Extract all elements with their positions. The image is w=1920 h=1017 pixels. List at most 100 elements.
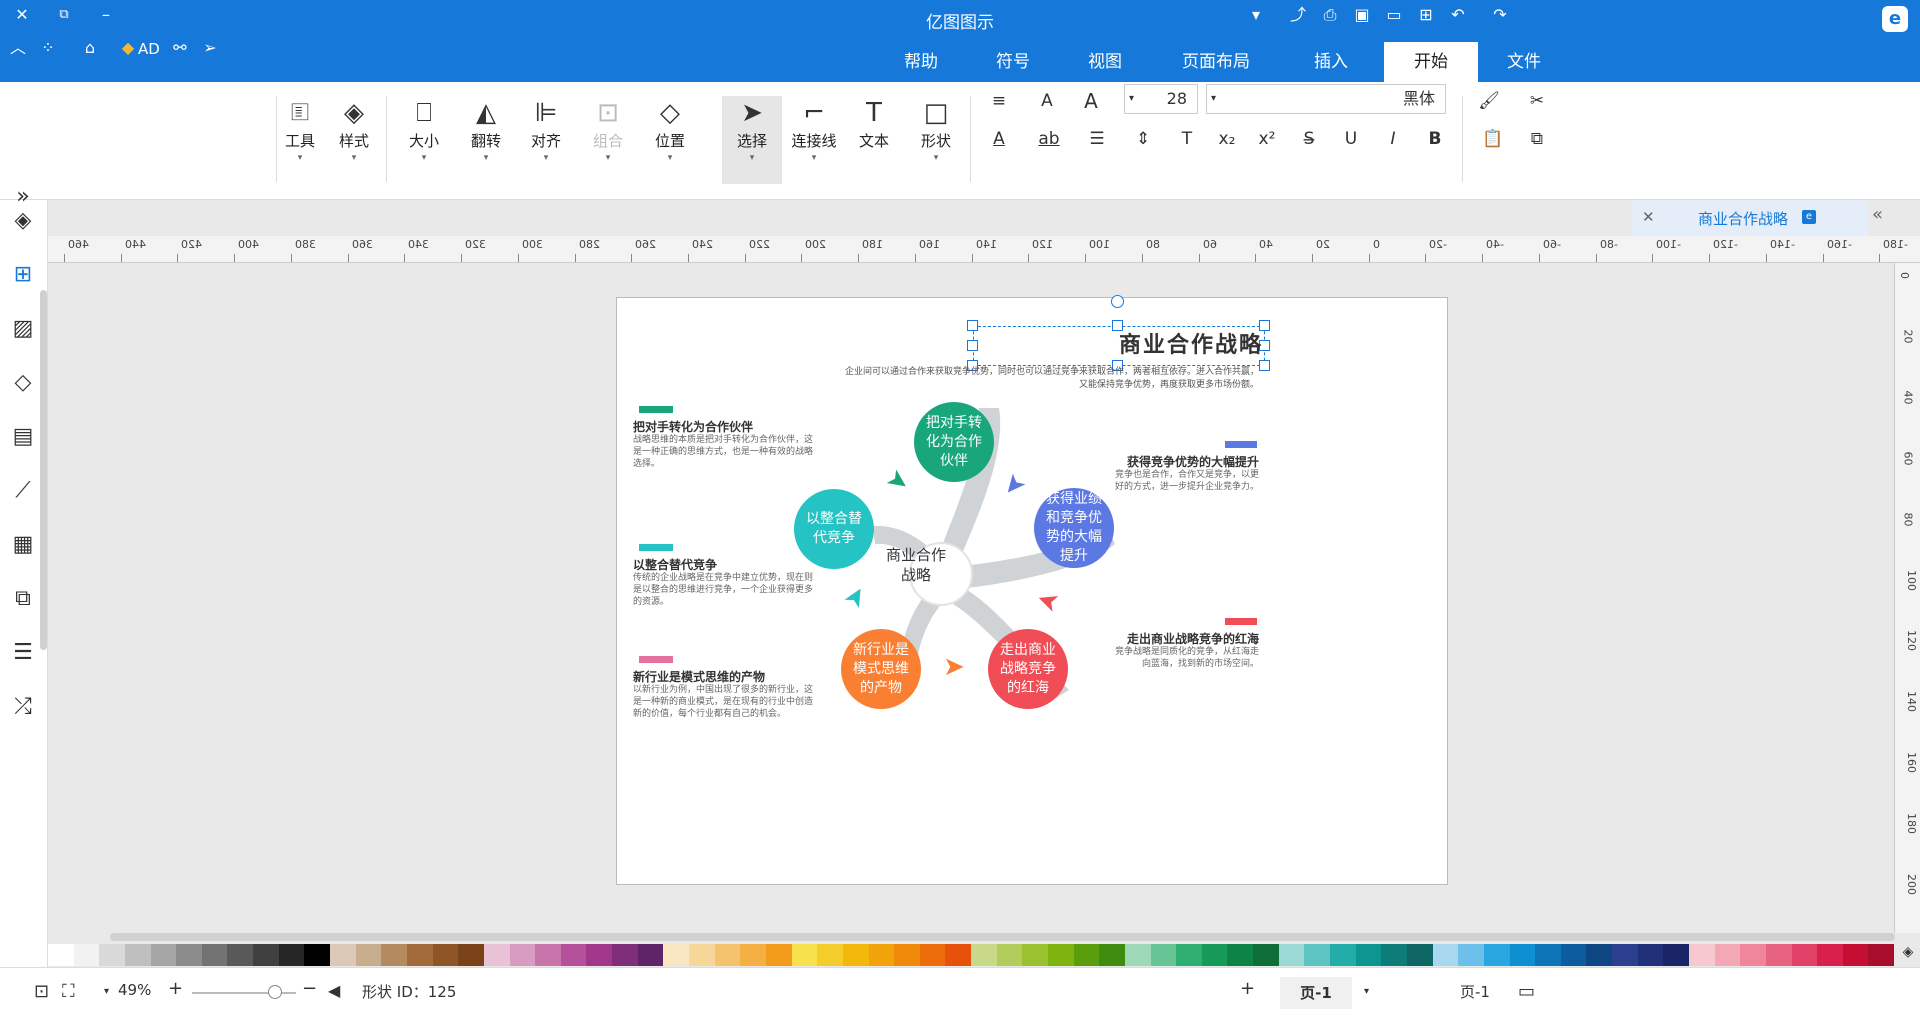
print-icon[interactable]: ⎙: [1318, 5, 1342, 25]
group-button[interactable]: ⊡ 组合 ▾: [578, 96, 638, 164]
item-title[interactable]: 获得竞争优势的大幅提升: [1107, 453, 1259, 470]
vertical-scrollbar[interactable]: [40, 290, 47, 650]
color-swatch[interactable]: [1637, 944, 1664, 966]
color-swatch[interactable]: [99, 944, 125, 966]
premium-icon[interactable]: ◆: [116, 38, 140, 58]
color-swatch[interactable]: [124, 944, 151, 966]
zoom-out-icon[interactable]: −: [302, 978, 317, 999]
font-grow-icon[interactable]: A: [1076, 86, 1106, 116]
tools-button[interactable]: 🗉 工具 ▾: [270, 96, 330, 164]
item-text[interactable]: 竞争战略是同质化的竞争，从红海走向蓝海，找到新的市场空间。: [1107, 646, 1259, 670]
color-swatch[interactable]: [458, 944, 484, 966]
color-swatch[interactable]: [1047, 944, 1074, 966]
color-swatch[interactable]: [406, 944, 433, 966]
color-swatch[interactable]: [1330, 944, 1356, 966]
page-icon[interactable]: ▤: [6, 420, 40, 454]
node-partner[interactable]: 把对手转化为合作伙伴: [914, 402, 994, 482]
font-size-select[interactable]: ▾ 28: [1124, 84, 1198, 114]
zoom-in-icon[interactable]: +: [168, 978, 183, 999]
diagram-page[interactable]: 商业合作战略 把对手转化为合作伙伴 获得业绩和竞争优势的大幅提升 走出商业战略竞…: [616, 295, 1448, 885]
color-swatch[interactable]: [1253, 944, 1279, 966]
color-swatch[interactable]: [1689, 944, 1715, 966]
rotate-handle[interactable]: [1111, 295, 1124, 308]
color-swatch[interactable]: [1304, 944, 1331, 966]
page-tab[interactable]: 页-1: [1280, 977, 1352, 1009]
item-title[interactable]: 走出商业战略竞争的红海: [1107, 630, 1259, 647]
color-swatch[interactable]: [689, 944, 715, 966]
tab-page-layout[interactable]: 页面布局: [1156, 42, 1276, 82]
chevron-down-icon[interactable]: ▾: [1364, 986, 1369, 997]
color-swatch[interactable]: [330, 944, 356, 966]
color-swatch[interactable]: [765, 944, 792, 966]
color-swatch[interactable]: [535, 944, 561, 966]
align-text-icon[interactable]: ≡: [984, 86, 1014, 116]
color-swatch[interactable]: [1381, 944, 1407, 966]
tab-view[interactable]: 视图: [1064, 42, 1146, 82]
tab-file[interactable]: 文件: [1488, 42, 1560, 82]
outline-icon[interactable]: ☰: [6, 636, 40, 670]
color-swatch[interactable]: [1483, 944, 1510, 966]
paste-icon[interactable]: 📋: [1478, 124, 1508, 154]
apps-icon[interactable]: ⁘: [36, 38, 60, 58]
item-title[interactable]: 以整合替代竞争: [633, 556, 813, 573]
document-tab[interactable]: ✕ 商业合作战略 e: [1632, 200, 1868, 236]
color-swatch[interactable]: [48, 944, 74, 966]
item-text[interactable]: 竞争也是合作，合作又是竞争，以更好的方式，进一步提升企业竞争力。: [1107, 469, 1259, 493]
color-swatch[interactable]: [1458, 944, 1484, 966]
color-swatch[interactable]: [509, 944, 536, 966]
fill-icon[interactable]: ◈: [6, 204, 40, 238]
tab-home[interactable]: 开始: [1384, 42, 1478, 82]
color-swatch[interactable]: [73, 944, 100, 966]
chart-icon[interactable]: ⟋: [6, 474, 40, 508]
share-icon[interactable]: ⤴: [1286, 5, 1310, 25]
fit-page-icon[interactable]: ⊡: [34, 981, 49, 1002]
page-title[interactable]: 商业合作战略: [973, 328, 1263, 364]
color-swatch[interactable]: [227, 944, 254, 966]
chevron-down-icon[interactable]: ▾: [104, 986, 109, 997]
new-icon[interactable]: ⊞: [1414, 5, 1438, 25]
color-swatch[interactable]: [1355, 944, 1382, 966]
shuffle-icon[interactable]: ⤮: [6, 690, 40, 724]
tab-symbols[interactable]: 符号: [972, 42, 1054, 82]
undo-icon[interactable]: ↶: [1446, 5, 1470, 25]
color-swatch[interactable]: [1586, 944, 1613, 966]
page-layout-icon[interactable]: ▭: [1518, 981, 1535, 1002]
color-swatch[interactable]: [381, 944, 407, 966]
color-swatch[interactable]: [842, 944, 869, 966]
color-swatch[interactable]: [1406, 944, 1433, 966]
intro-text[interactable]: 企业间可以通过合作来获取竞争优势，同时也可以通过竞争来获取合作，两者相互依存。进…: [845, 366, 1259, 392]
shape-button[interactable]: □ 形状 ▾: [906, 96, 966, 164]
copy-icon[interactable]: ⧉: [1522, 124, 1552, 154]
play-icon[interactable]: ◀: [328, 981, 340, 1000]
color-swatch[interactable]: [791, 944, 818, 966]
canvas[interactable]: 商业合作战略 把对手转化为合作伙伴 获得业绩和竞争优势的大幅提升 走出商业战略竞…: [48, 263, 1894, 933]
horizontal-scrollbar[interactable]: [110, 933, 1895, 941]
color-swatch[interactable]: [1432, 944, 1459, 966]
color-swatch[interactable]: [1124, 944, 1151, 966]
color-swatch[interactable]: [278, 944, 305, 966]
font-color-icon[interactable]: A: [984, 124, 1014, 154]
style-button[interactable]: ◈ 样式 ▾: [324, 96, 384, 164]
color-swatch[interactable]: [1714, 944, 1741, 966]
item-title[interactable]: 新行业是模式思维的产物: [633, 668, 813, 685]
item-text[interactable]: 以新行业为例，中国出现了很多的新行业，这是一种新的商业模式，是在现有的行业中创造…: [633, 684, 813, 720]
color-swatch[interactable]: [1176, 944, 1202, 966]
color-swatch[interactable]: [432, 944, 459, 966]
color-swatch[interactable]: [1765, 944, 1792, 966]
color-swatch[interactable]: [1073, 944, 1100, 966]
color-swatch[interactable]: [355, 944, 382, 966]
color-swatch[interactable]: [1201, 944, 1228, 966]
flip-button[interactable]: ◭ 翻转 ▾: [456, 96, 516, 164]
superscript-icon[interactable]: x²: [1252, 124, 1282, 154]
line-spacing-icon[interactable]: ⇕: [1128, 124, 1158, 154]
library-icon[interactable]: ⊞: [6, 258, 40, 292]
align-button[interactable]: ⊫ 对齐 ▾: [516, 96, 576, 164]
color-swatch[interactable]: [1740, 944, 1766, 966]
format-painter-icon[interactable]: 🖌: [1474, 86, 1504, 116]
collapse-right-panel-icon[interactable]: «: [1872, 204, 1883, 225]
color-swatch[interactable]: [894, 944, 920, 966]
color-swatch[interactable]: [868, 944, 895, 966]
font-family-select[interactable]: ▾ 黑体: [1206, 84, 1446, 114]
center-label[interactable]: 商业合作战略: [885, 545, 947, 585]
add-page-icon[interactable]: +: [1240, 978, 1255, 999]
